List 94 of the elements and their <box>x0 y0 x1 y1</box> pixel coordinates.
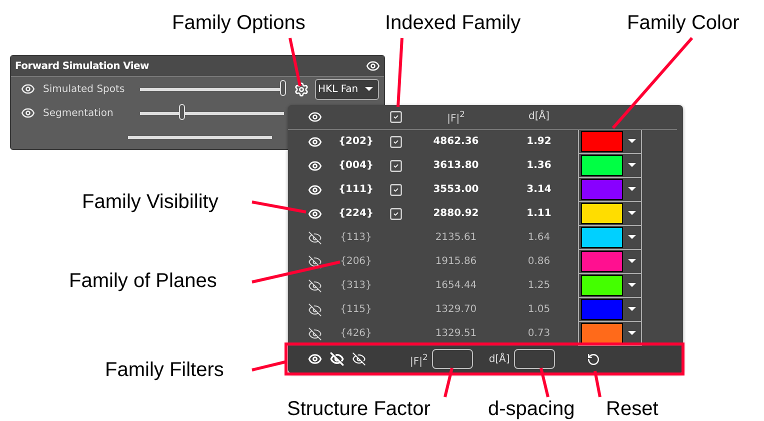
checkbox-icon[interactable] <box>389 206 403 221</box>
color-picker[interactable] <box>578 298 642 322</box>
column-header: d[Å] <box>528 111 550 122</box>
callout-label: Indexed Family <box>385 11 521 36</box>
callout-label: Family Color <box>627 11 740 36</box>
structure-factor-value: 1654.44 <box>435 280 477 292</box>
filter-label: d[Å] <box>488 354 510 365</box>
settings-icon[interactable] <box>294 82 309 96</box>
checkbox-icon[interactable] <box>389 134 403 149</box>
family-name: {206} <box>340 256 372 268</box>
color-picker[interactable] <box>578 250 642 274</box>
d-spacing-field[interactable] <box>514 349 555 370</box>
eye-icon[interactable] <box>308 110 322 124</box>
caret-icon <box>628 163 636 168</box>
callout-line <box>540 368 550 398</box>
d-spacing-value: 0.73 <box>528 328 550 340</box>
eye-icon[interactable] <box>308 352 322 366</box>
structure-factor-value: 1329.51 <box>435 328 477 340</box>
color-picker[interactable] <box>578 154 642 178</box>
checkbox-icon[interactable] <box>389 110 403 124</box>
eye-off-icon[interactable] <box>308 254 322 269</box>
caret-icon <box>628 259 636 264</box>
caret-icon <box>628 235 636 240</box>
eye-off-icon[interactable] <box>308 230 322 245</box>
eye-icon[interactable] <box>308 206 322 221</box>
structure-factor-value: 4862.36 <box>433 136 479 148</box>
caret-icon <box>628 139 636 144</box>
eye-icon[interactable] <box>21 82 35 96</box>
d-spacing-value: 1.92 <box>526 136 552 148</box>
callout-label: Reset <box>606 397 658 421</box>
callout-line <box>444 368 454 398</box>
family-name: {224} <box>338 208 374 220</box>
checkbox-icon[interactable] <box>389 182 403 197</box>
d-spacing-value: 1.36 <box>526 160 552 172</box>
structure-factor-value: 3553.00 <box>433 184 479 196</box>
panel-title: Forward Simulation View <box>15 60 149 72</box>
reset-icon[interactable] <box>586 352 600 366</box>
family-name: {313} <box>340 280 372 292</box>
caret-icon <box>628 331 636 336</box>
d-spacing-value: 1.05 <box>528 304 550 316</box>
layer-label: Simulated Spots <box>42 84 126 94</box>
structure-factor-value: 2135.61 <box>435 232 477 244</box>
callout-line <box>252 200 306 214</box>
structure-factor-value: 2880.92 <box>433 208 479 220</box>
caret-icon <box>628 211 636 216</box>
family-name: {115} <box>340 304 372 316</box>
d-spacing-value: 1.64 <box>528 232 550 244</box>
d-spacing-value: 1.25 <box>528 280 550 292</box>
eye-icon[interactable] <box>366 59 380 73</box>
eye-off-icon[interactable] <box>308 326 322 341</box>
structure-factor-field[interactable] <box>432 349 473 370</box>
layer-label: Segmentation <box>42 108 114 118</box>
filter-label: |F|$^{2}$ <box>410 352 428 367</box>
structure-factor-value: 1915.86 <box>435 256 477 268</box>
callout-line <box>594 370 602 398</box>
family-dropdown[interactable]: HKL Fan <box>315 78 379 100</box>
caret-icon <box>628 187 636 192</box>
caret-icon <box>628 307 636 312</box>
caret-icon <box>365 87 373 91</box>
family-name: {113} <box>340 232 372 244</box>
callout-label: Family Visibility <box>82 190 218 215</box>
eye-icon[interactable] <box>21 106 35 120</box>
callout-label: Structure Factor <box>287 397 430 421</box>
slider-thumb[interactable] <box>280 80 286 96</box>
eye-icon[interactable] <box>308 158 322 173</box>
family-name: {111} <box>338 184 374 196</box>
callout-line <box>252 360 286 372</box>
color-picker[interactable] <box>578 274 642 298</box>
checkbox-icon[interactable] <box>389 158 403 173</box>
eye-icon[interactable] <box>308 182 322 197</box>
d-spacing-value: 0.86 <box>528 256 550 268</box>
eye-off-icon[interactable] <box>308 302 322 317</box>
color-picker[interactable] <box>578 226 642 250</box>
color-picker[interactable] <box>578 130 642 154</box>
d-spacing-value: 3.14 <box>526 184 552 196</box>
structure-factor-value: 3613.80 <box>433 160 479 172</box>
family-name: {426} <box>340 328 372 340</box>
eye-icon[interactable] <box>308 134 322 149</box>
color-picker[interactable] <box>578 178 642 202</box>
color-picker[interactable] <box>578 202 642 226</box>
callout-label: Family Options <box>172 11 306 36</box>
callout-label: d-spacing <box>488 397 575 421</box>
structure-factor-value: 1329.70 <box>435 304 477 316</box>
column-header: |F|$^{2}$ <box>447 109 465 124</box>
callout-label: Family of Planes <box>69 269 217 294</box>
callout-label: Family Filters <box>105 358 224 383</box>
callout-line <box>396 38 404 108</box>
slider-thumb[interactable] <box>179 104 186 120</box>
family-name: {202} <box>338 136 374 148</box>
callout-line <box>288 38 302 86</box>
family-name: {004} <box>338 160 374 172</box>
caret-icon <box>628 283 636 288</box>
d-spacing-value: 1.11 <box>526 208 552 220</box>
eye-off-icon[interactable] <box>308 278 322 293</box>
